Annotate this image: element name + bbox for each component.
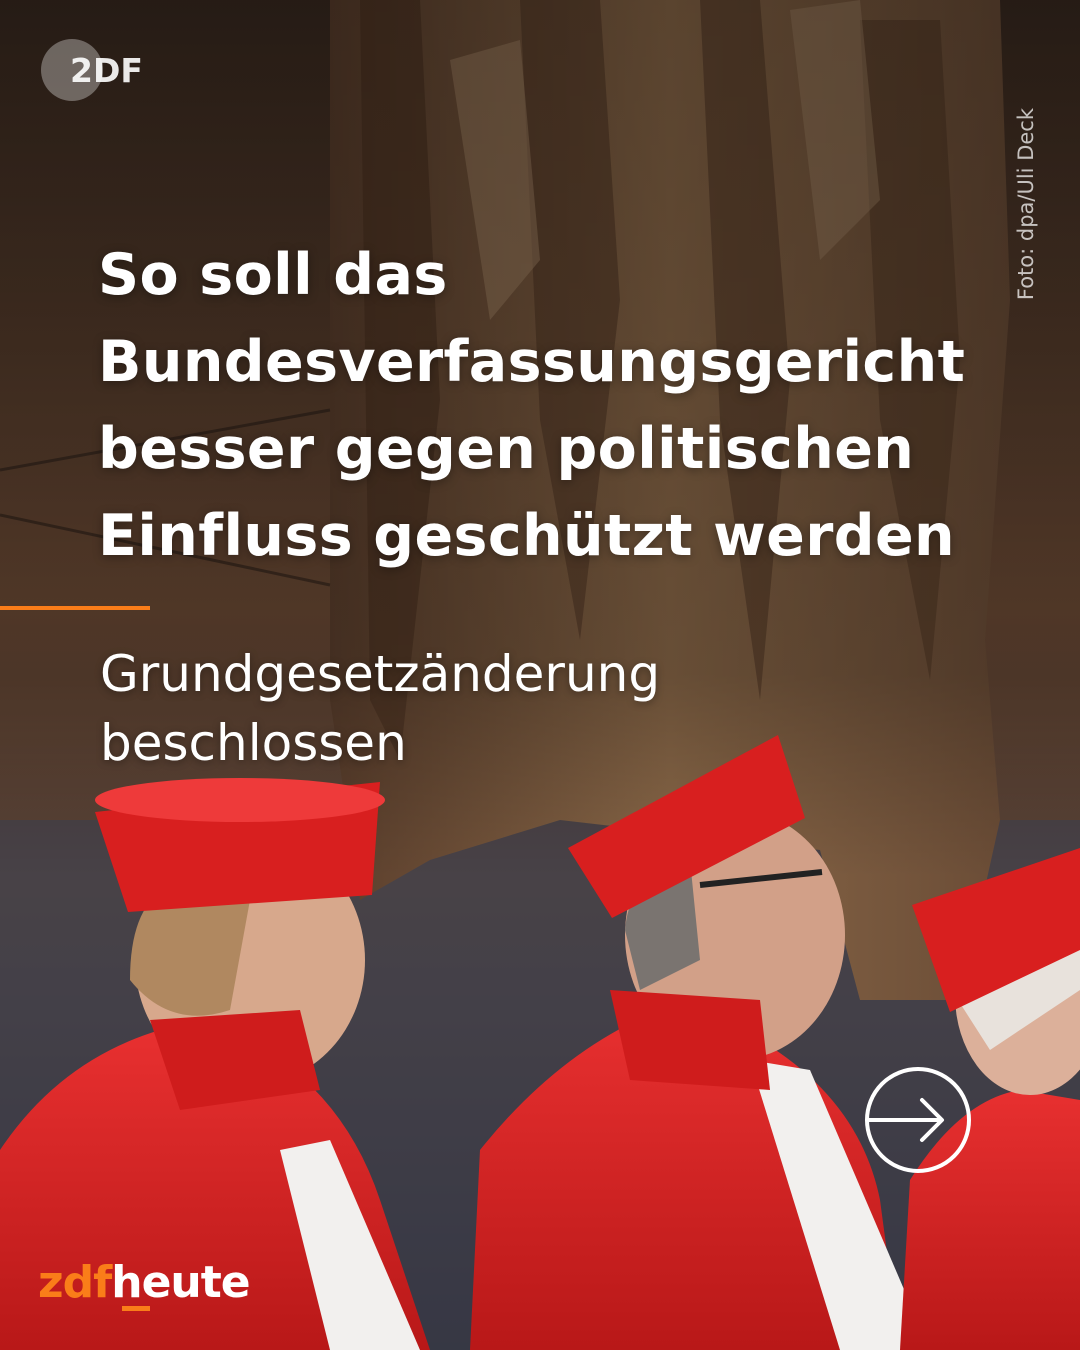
brand-zdf-text: zdf [38,1257,112,1308]
headline-line: Einfluss geschützt werden [98,503,955,569]
headline-line: So soll das [98,242,448,308]
subheadline-line: beschlossen [100,714,407,772]
accent-divider [0,606,150,610]
social-post-card: 2DF Foto: dpa/Uli Deck So soll das Bunde… [0,0,1080,1350]
headline-line: Bundesverfassungsgericht [98,329,966,395]
brand-heute-text: heute [111,1257,250,1308]
subheadline-line: Grundgesetzänderung [100,645,661,703]
zdf-logo-icon: 2DF [41,39,143,101]
zdf-logo-text: 2DF [70,51,143,90]
arrow-right-circle-icon [865,1067,971,1173]
next-slide-button[interactable] [864,1066,972,1174]
brand-underline [122,1306,150,1311]
subheadline: Grundgesetzänderung beschlossen [100,640,1000,778]
headline: So soll das Bundesverfassungsgericht bes… [98,232,1058,580]
headline-line: besser gegen politischen [98,416,915,482]
zdfheute-logo: zdfheute [38,1248,298,1318]
